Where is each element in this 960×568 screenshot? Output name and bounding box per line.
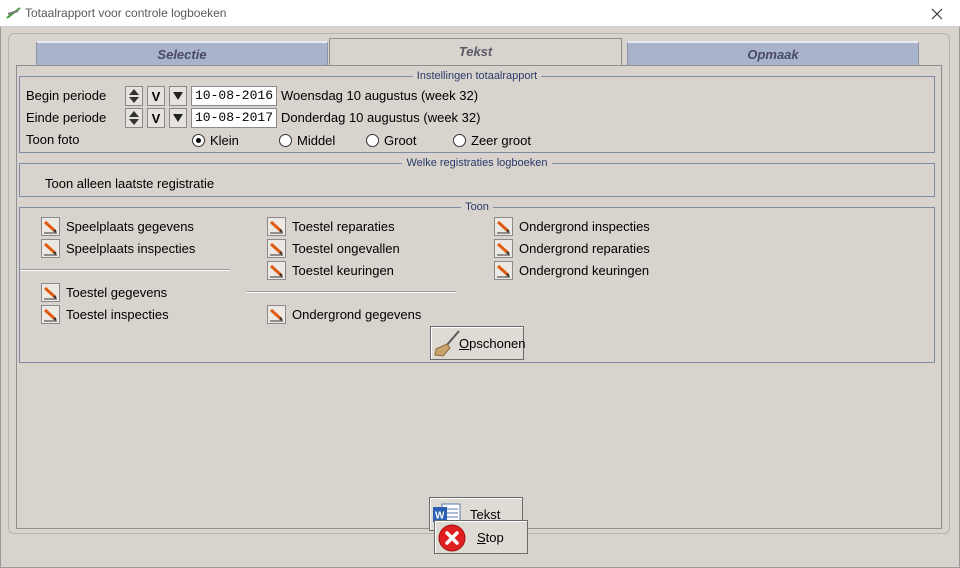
settings-group-title: Instellingen totaalrapport (412, 70, 542, 82)
toggle-ondergrond-reparaties[interactable]: Ondergrond reparaties (494, 239, 650, 258)
close-button[interactable] (914, 0, 960, 27)
end-period-label: Einde periode (26, 110, 107, 125)
toggle-toestel-reparaties[interactable]: Toestel reparaties (267, 217, 395, 236)
registrations-group: Welke registraties logboeken Toon alleen… (19, 157, 935, 197)
triangle-down-icon (173, 114, 183, 122)
stop-button[interactable]: Stop (434, 520, 528, 554)
photo-label: Toon foto (26, 132, 80, 147)
updown-arrows-icon (129, 111, 139, 125)
pencil-icon (496, 220, 510, 234)
radio-zeer-groot[interactable]: Zeer groot (453, 133, 531, 148)
title-bar: Totaalrapport voor controle logboeken (0, 0, 960, 27)
radio-dot (453, 134, 466, 147)
begin-dropdown-button[interactable] (169, 86, 187, 106)
toon-group: Toon Speelplaats gegevens Speelplaats in… (19, 201, 935, 363)
radio-dot (279, 134, 292, 147)
pencil-icon (269, 308, 283, 322)
separator-col2 (246, 291, 456, 293)
window-body: Selectie Tekst Opmaak Instellingen totaa… (0, 27, 960, 568)
pencil-icon (43, 286, 57, 300)
tab-page-tekst: Instellingen totaalrapport Begin periode… (16, 65, 942, 531)
toggle-ondergrond-keuringen[interactable]: Ondergrond keuringen (494, 261, 649, 280)
end-v-button[interactable]: V (147, 108, 165, 128)
end-date-description: Donderdag 10 augustus (week 32) (281, 110, 481, 125)
radio-dot (192, 134, 205, 147)
begin-v-button[interactable]: V (147, 86, 165, 106)
toggle-toestel-gegevens[interactable]: Toestel gegevens (41, 283, 167, 302)
pencil-icon (43, 308, 57, 322)
toggle-toestel-ongevallen[interactable]: Toestel ongevallen (267, 239, 400, 258)
tab-opmaak[interactable]: Opmaak (627, 41, 919, 66)
triangle-down-icon (173, 92, 183, 100)
toggle-ondergrond-inspecties[interactable]: Ondergrond inspecties (494, 217, 650, 236)
separator-col1 (20, 269, 230, 271)
pencil-icon (269, 264, 283, 278)
radio-klein[interactable]: Klein (192, 133, 239, 148)
settings-group: Instellingen totaalrapport Begin periode… (19, 70, 935, 153)
toggle-speelplaats-gegevens[interactable]: Speelplaats gegevens (41, 217, 194, 236)
updown-arrows-icon (129, 89, 139, 103)
pencil-icon (43, 242, 57, 256)
broom-icon (434, 330, 460, 357)
radio-middel[interactable]: Middel (279, 133, 335, 148)
begin-period-label: Begin periode (26, 88, 107, 103)
pencil-icon (269, 242, 283, 256)
radio-groot[interactable]: Groot (366, 133, 417, 148)
begin-spinner[interactable] (125, 86, 143, 106)
toggle-toestel-inspecties[interactable]: Toestel inspecties (41, 305, 169, 324)
registrations-group-title: Welke registraties logboeken (402, 157, 552, 169)
toon-group-title: Toon (461, 201, 493, 213)
toggle-speelplaats-inspecties[interactable]: Speelplaats inspecties (41, 239, 195, 258)
radio-dot (366, 134, 379, 147)
tab-tekst[interactable]: Tekst (329, 38, 622, 67)
pencil-icon (43, 220, 57, 234)
stop-icon (438, 524, 466, 552)
end-dropdown-button[interactable] (169, 108, 187, 128)
app-icon (6, 7, 21, 19)
close-icon (931, 8, 943, 19)
tab-selectie[interactable]: Selectie (36, 41, 328, 66)
pencil-icon (269, 220, 283, 234)
end-date-input[interactable]: 10-08-2017 (191, 108, 277, 128)
end-spinner[interactable] (125, 108, 143, 128)
pencil-icon (496, 264, 510, 278)
pencil-icon (496, 242, 510, 256)
opschonen-button[interactable]: Opschonen (430, 326, 526, 360)
window-title: Totaalrapport voor controle logboeken (25, 6, 227, 20)
begin-date-input[interactable]: 10-08-2016 (191, 86, 277, 106)
toggle-ondergrond-gegevens[interactable]: Ondergrond gegevens (267, 305, 421, 324)
begin-date-description: Woensdag 10 augustus (week 32) (281, 88, 479, 103)
toggle-toestel-keuringen[interactable]: Toestel keuringen (267, 261, 394, 280)
registrations-option[interactable]: Toon alleen laatste registratie (45, 176, 214, 191)
